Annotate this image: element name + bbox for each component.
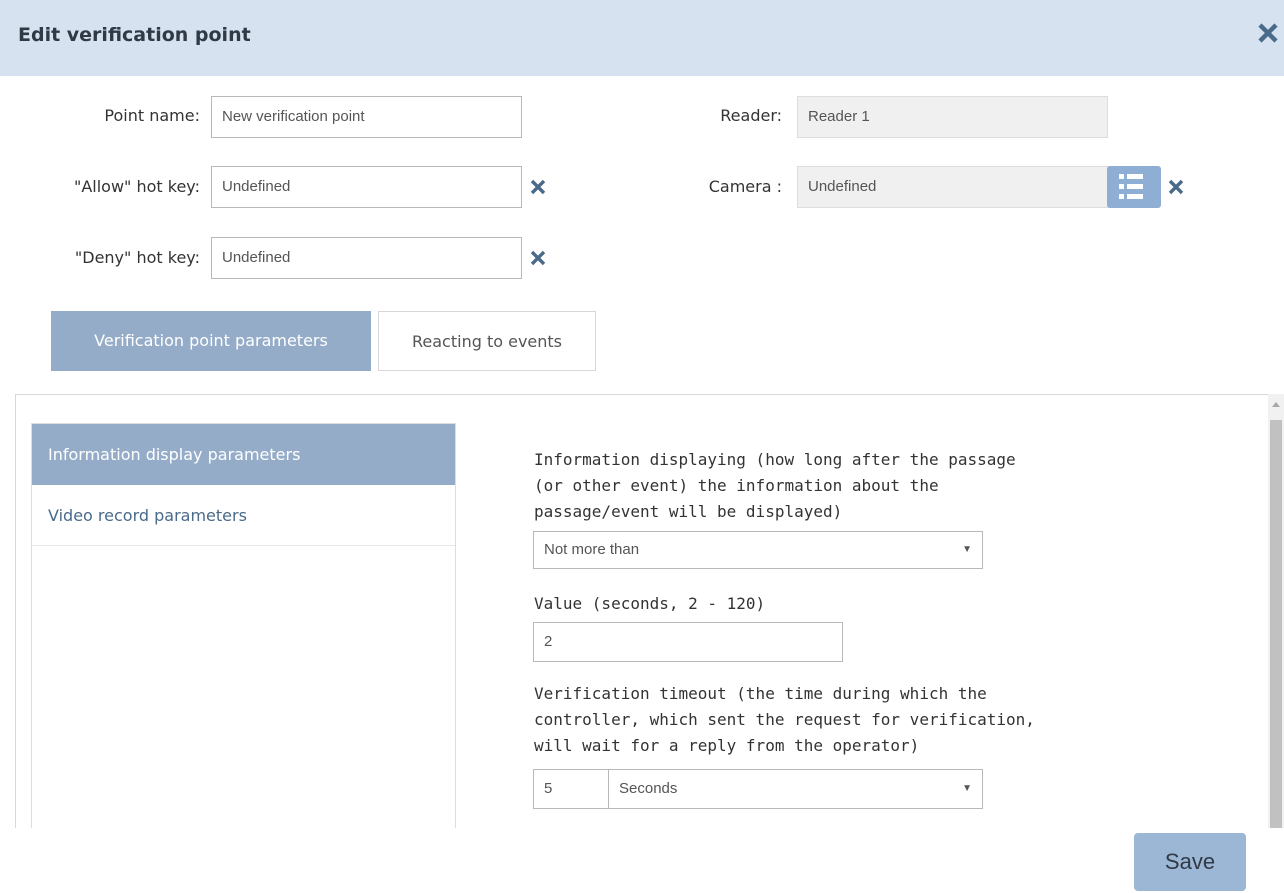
list-icon [1119, 174, 1143, 199]
clear-allow-hotkey-icon[interactable] [529, 178, 547, 196]
timeout-value-input[interactable]: 5 [533, 769, 609, 809]
clear-camera-icon[interactable] [1167, 178, 1185, 196]
info-display-description-line: (or other event) the information about t… [534, 476, 939, 495]
allow-hotkey-input[interactable]: Undefined [211, 166, 522, 208]
panel-scrollbar[interactable] [1268, 394, 1284, 828]
info-display-select-value: Not more than [544, 541, 640, 558]
info-display-select[interactable]: Not more than ▼ [533, 531, 983, 569]
dialog-title: Edit verification point [18, 24, 251, 46]
reader-field: Reader 1 [797, 96, 1108, 138]
timeout-unit-select[interactable]: Seconds ▼ [608, 769, 983, 809]
camera-field: Undefined [797, 166, 1109, 208]
point-name-input[interactable]: New verification point [211, 96, 522, 138]
allow-hotkey-label: "Allow" hot key: [73, 177, 200, 196]
reader-label: Reader: [720, 106, 782, 125]
scrollbar-thumb[interactable] [1270, 420, 1282, 828]
scroll-up-arrow-icon[interactable] [1272, 402, 1280, 407]
value-label: Value (seconds, 2 - 120) [534, 594, 766, 613]
sidenav-item-video-record[interactable]: Video record parameters [32, 485, 455, 546]
tab-reacting-to-events[interactable]: Reacting to events [378, 311, 596, 371]
dialog-header: Edit verification point [0, 0, 1284, 76]
side-navigation: Information display parameters Video rec… [31, 423, 456, 828]
timeout-description-line: will wait for a reply from the operator) [534, 736, 920, 755]
deny-hotkey-input[interactable]: Undefined [211, 237, 522, 279]
chevron-down-icon: ▼ [962, 783, 972, 794]
clear-deny-hotkey-icon[interactable] [529, 249, 547, 267]
timeout-unit-select-value: Seconds [619, 780, 678, 797]
timeout-description-line: Verification timeout (the time during wh… [534, 684, 987, 703]
info-display-description-line: Information displaying (how long after t… [534, 450, 1016, 469]
sidenav-item-information-display[interactable]: Information display parameters [32, 424, 455, 485]
timeout-description-line: controller, which sent the request for v… [534, 710, 1035, 729]
close-icon[interactable] [1254, 16, 1284, 50]
tab-verification-point-parameters[interactable]: Verification point parameters [51, 311, 371, 371]
chevron-down-icon: ▼ [962, 544, 972, 555]
deny-hotkey-label: "Deny" hot key: [74, 248, 200, 267]
camera-list-button[interactable] [1107, 166, 1161, 208]
value-input[interactable]: 2 [533, 622, 843, 662]
camera-label: Camera : [708, 177, 782, 196]
save-button[interactable]: Save [1134, 833, 1246, 891]
point-name-label: Point name: [104, 106, 200, 125]
info-display-description-line: passage/event will be displayed) [534, 502, 843, 521]
